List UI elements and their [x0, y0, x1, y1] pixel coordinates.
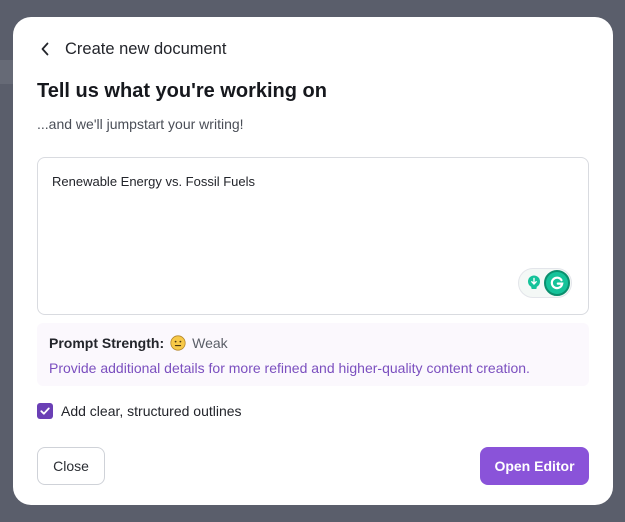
outline-checkbox[interactable]	[37, 403, 53, 419]
checkmark-icon	[40, 407, 50, 415]
close-button[interactable]: Close	[37, 447, 105, 485]
grammarly-icon[interactable]	[544, 270, 570, 296]
open-editor-button[interactable]: Open Editor	[480, 447, 589, 485]
page-title: Tell us what you're working on	[37, 80, 327, 102]
outline-option[interactable]: Add clear, structured outlines	[37, 402, 242, 420]
backdrop	[0, 60, 14, 84]
create-document-modal: Create new document Tell us what you're …	[13, 17, 613, 505]
prompt-strength-label: Prompt Strength:	[49, 335, 165, 351]
prompt-strength-row: Prompt Strength: Weak	[49, 334, 228, 352]
modal-header-title: Create new document	[65, 39, 227, 58]
prompt-strength-hint: Provide additional details for more refi…	[49, 360, 530, 376]
chevron-left-icon[interactable]	[37, 41, 53, 57]
modal-header: Create new document	[37, 39, 226, 59]
page-subtitle: ...and we'll jumpstart your writing!	[37, 116, 244, 132]
prompt-input[interactable]: Renewable Energy vs. Fossil Fuels	[52, 174, 572, 264]
prompt-strength-panel: Prompt Strength: Weak Provide additional…	[37, 323, 589, 386]
prompt-strength-value: Weak	[192, 335, 228, 351]
lightbulb-icon[interactable]	[525, 274, 543, 292]
writing-assistant-widget	[518, 268, 572, 298]
outline-label: Add clear, structured outlines	[61, 403, 242, 419]
neutral-face-icon	[170, 335, 186, 351]
prompt-box: Renewable Energy vs. Fossil Fuels	[37, 157, 589, 315]
